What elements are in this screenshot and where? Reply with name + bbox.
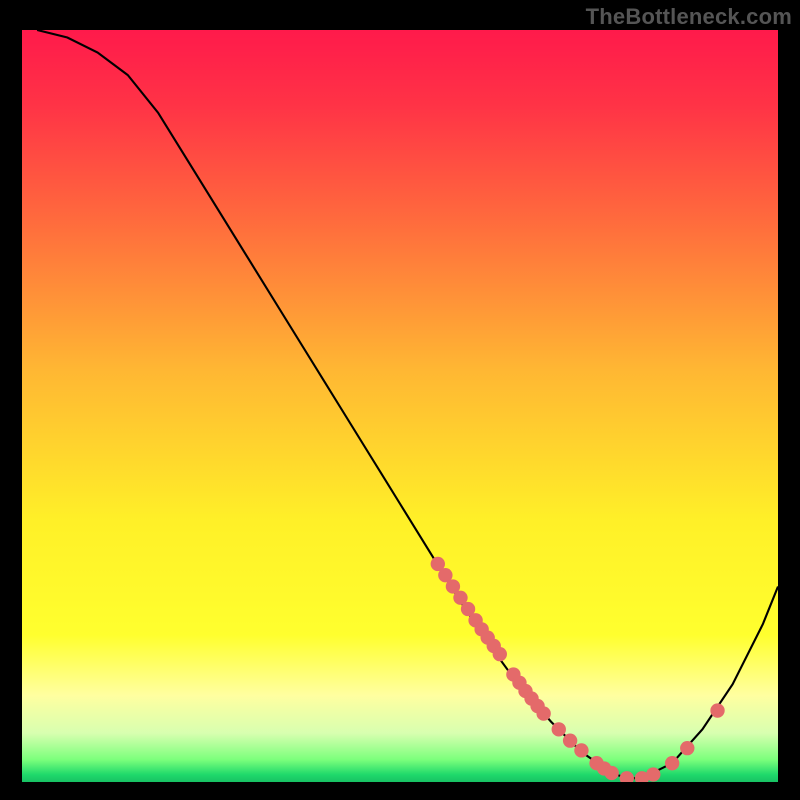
data-dot [665, 756, 679, 770]
data-dot [646, 767, 660, 781]
data-dot [552, 722, 566, 736]
data-dots [431, 557, 725, 782]
data-dot [493, 647, 507, 661]
data-dot [536, 706, 550, 720]
curve-layer [22, 30, 778, 782]
chart-frame: TheBottleneck.com [0, 0, 800, 800]
data-dot [620, 771, 634, 782]
watermark-text: TheBottleneck.com [586, 4, 792, 30]
plot-area [20, 28, 780, 784]
data-dot [574, 743, 588, 757]
data-dot [604, 766, 618, 780]
data-dot [710, 703, 724, 717]
data-dot [563, 733, 577, 747]
bottleneck-curve [37, 30, 778, 778]
data-dot [680, 741, 694, 755]
